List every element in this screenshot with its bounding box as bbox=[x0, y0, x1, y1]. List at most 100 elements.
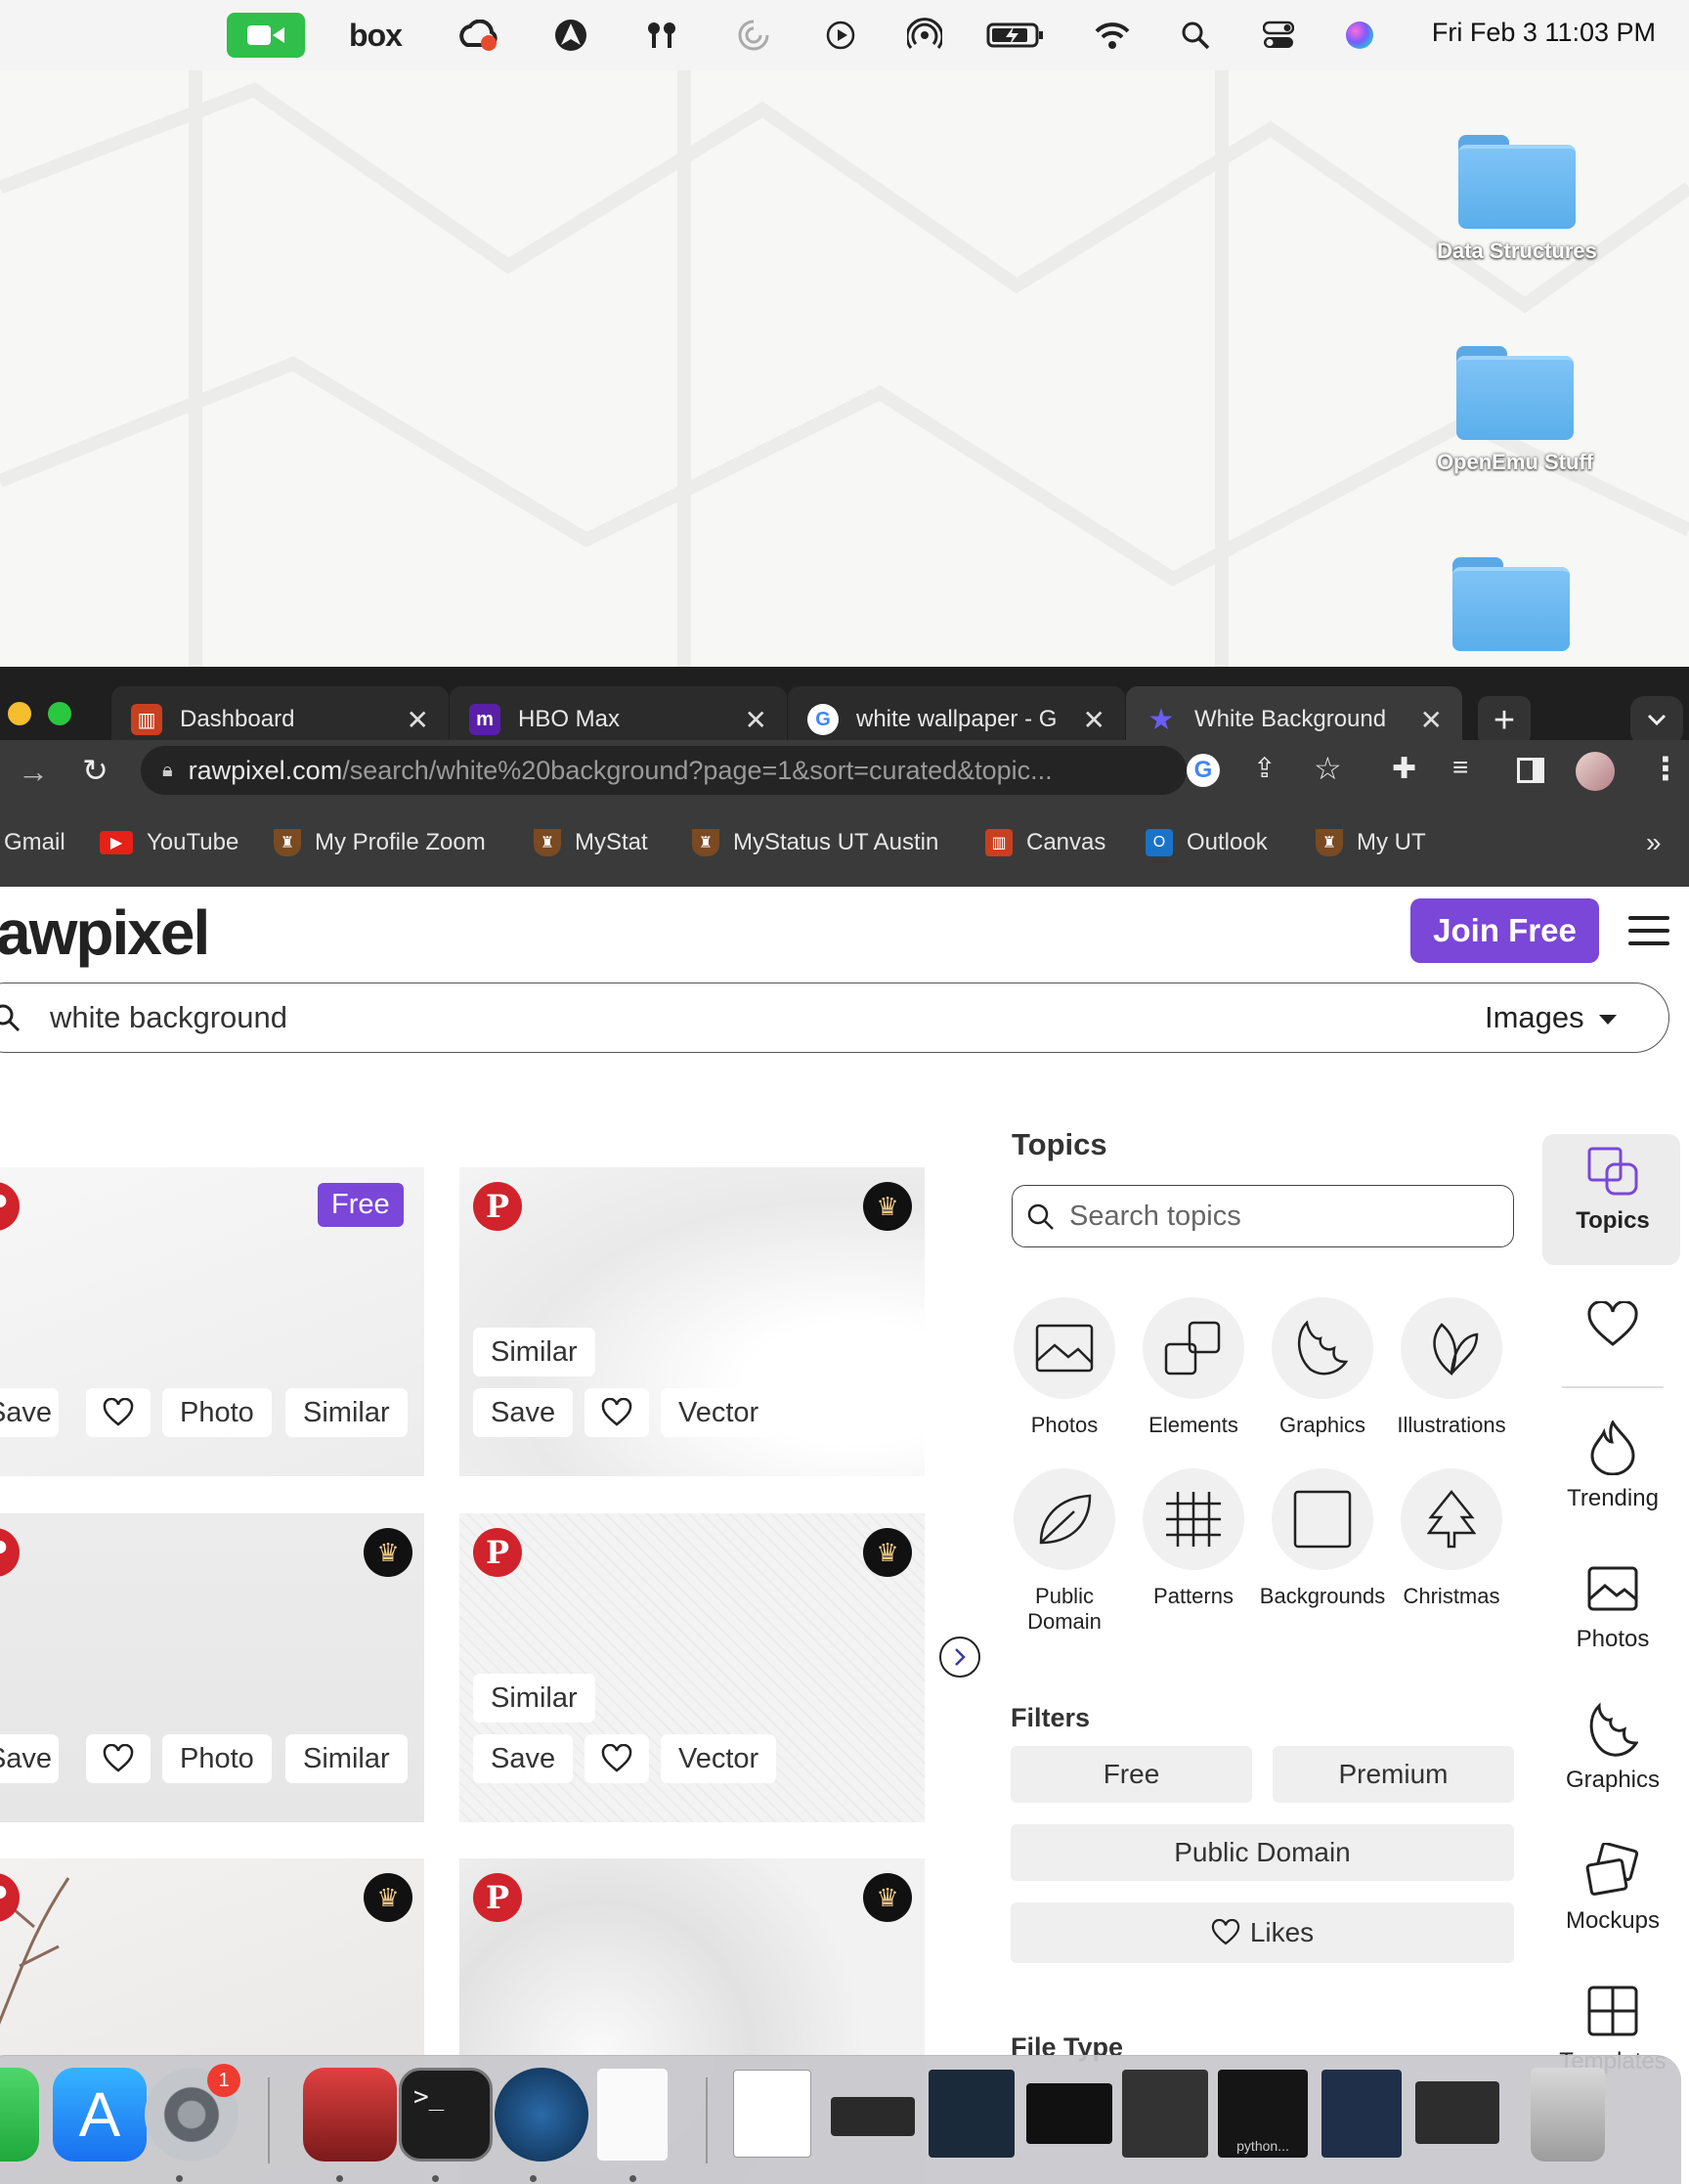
save-button[interactable]: Save bbox=[0, 1734, 59, 1783]
airpods-icon[interactable] bbox=[643, 18, 680, 53]
filter-public-domain-button[interactable]: Public Domain bbox=[1011, 1824, 1514, 1881]
topic-christmas[interactable]: Christmas bbox=[1388, 1468, 1515, 1609]
zoom-button[interactable] bbox=[48, 702, 71, 725]
filter-likes-button[interactable]: Likes bbox=[1011, 1902, 1514, 1963]
menubar-clock[interactable]: Fri Feb 3 11:03 PM bbox=[1432, 18, 1656, 48]
side-panel-icon[interactable] bbox=[1517, 758, 1544, 783]
folder-data-structures[interactable]: Data Structures bbox=[1409, 135, 1624, 264]
artifact-icon[interactable] bbox=[551, 18, 590, 53]
like-button[interactable] bbox=[86, 1388, 151, 1437]
photo-button[interactable]: Photo bbox=[162, 1388, 272, 1437]
bookmark-youtube[interactable]: ▶ YouTube bbox=[100, 826, 238, 859]
new-tab-button[interactable]: + bbox=[1478, 696, 1531, 745]
facetime-icon[interactable] bbox=[227, 13, 305, 58]
bookmark-mystat[interactable]: ♜ MyStat bbox=[534, 826, 648, 859]
bookmark-gmail[interactable]: Gmail bbox=[4, 826, 65, 859]
rail-likes[interactable] bbox=[1544, 1295, 1681, 1354]
creative-cloud-icon[interactable] bbox=[455, 18, 500, 53]
collapse-panel-button[interactable] bbox=[939, 1637, 980, 1678]
bookmark-my-profile-zoom[interactable]: ♜ My Profile Zoom bbox=[274, 826, 486, 859]
rail-photos[interactable]: Photos bbox=[1544, 1559, 1681, 1653]
more-menu-icon[interactable]: ⋮ bbox=[1650, 750, 1681, 787]
bookmark-canvas[interactable]: ▥ Canvas bbox=[985, 826, 1105, 859]
search-type-select[interactable]: Images bbox=[1485, 1000, 1584, 1035]
joystick-app-icon[interactable] bbox=[303, 2068, 397, 2162]
topic-backgrounds[interactable]: Backgrounds bbox=[1259, 1468, 1386, 1609]
hamburger-menu-icon[interactable] bbox=[1628, 916, 1669, 945]
steam-icon[interactable] bbox=[495, 2068, 588, 2162]
pinterest-icon[interactable]: P bbox=[0, 1182, 20, 1231]
save-button[interactable]: Save bbox=[473, 1388, 574, 1437]
app-store-icon[interactable]: A bbox=[53, 2068, 147, 2162]
image-card[interactable]: P ♛ Save Photo Similar bbox=[0, 1513, 424, 1822]
window-thumbnail[interactable]: python... bbox=[1218, 2070, 1308, 2158]
pinterest-icon[interactable]: P bbox=[473, 1873, 522, 1922]
close-icon[interactable]: ✕ bbox=[1420, 704, 1443, 736]
bookmark-my-ut[interactable]: ♜ My UT bbox=[1316, 826, 1426, 859]
image-card[interactable]: P ♛ Similar Save Vector bbox=[459, 1167, 925, 1476]
spotlight-icon[interactable] bbox=[1179, 18, 1212, 53]
rail-mockups[interactable]: Mockups bbox=[1544, 1841, 1681, 1935]
photo-button[interactable]: Photo bbox=[162, 1734, 272, 1783]
topics-search-input[interactable]: Search topics bbox=[1012, 1185, 1514, 1247]
similar-button[interactable]: Similar bbox=[473, 1674, 595, 1723]
like-button[interactable] bbox=[585, 1734, 649, 1783]
bookmarks-more[interactable]: » bbox=[1646, 826, 1662, 859]
siri-icon[interactable] bbox=[1343, 18, 1376, 53]
bookmark-mystatus-ut-austin[interactable]: ♜ MyStatus UT Austin bbox=[692, 826, 938, 859]
bookmark-star-icon[interactable]: ☆ bbox=[1314, 750, 1342, 787]
minimize-button[interactable] bbox=[8, 702, 31, 725]
save-button[interactable]: Save bbox=[473, 1734, 574, 1783]
window-thumbnail[interactable] bbox=[1026, 2083, 1112, 2144]
vector-button[interactable]: Vector bbox=[661, 1388, 777, 1437]
rail-topics[interactable]: Topics bbox=[1544, 1143, 1681, 1235]
save-button[interactable]: Save bbox=[0, 1388, 59, 1437]
window-thumbnail[interactable] bbox=[929, 2070, 1015, 2158]
topic-public-domain[interactable]: Public Domain bbox=[1001, 1468, 1128, 1635]
pinterest-icon[interactable]: P bbox=[473, 1528, 522, 1577]
reload-icon[interactable]: ↻ bbox=[82, 752, 108, 789]
window-thumbnail[interactable] bbox=[831, 2097, 915, 2136]
image-card[interactable]: P ♛ Similar Save Vector bbox=[459, 1513, 925, 1822]
folder-partial[interactable] bbox=[1404, 557, 1619, 651]
image-card[interactable]: P Free Save Photo Similar bbox=[0, 1167, 424, 1476]
pinterest-icon[interactable]: P bbox=[473, 1182, 522, 1231]
rail-trending[interactable]: Trending bbox=[1544, 1419, 1681, 1512]
close-icon[interactable]: ✕ bbox=[1083, 704, 1105, 736]
similar-button[interactable]: Similar bbox=[285, 1388, 408, 1437]
window-thumbnail[interactable] bbox=[733, 2070, 811, 2158]
google-lens-icon[interactable]: G bbox=[1187, 754, 1220, 787]
wifi-icon[interactable] bbox=[1093, 18, 1132, 53]
pinterest-icon[interactable]: P bbox=[0, 1528, 20, 1577]
topic-photos[interactable]: Photos bbox=[1001, 1297, 1128, 1438]
window-thumbnail[interactable] bbox=[1122, 2070, 1208, 2158]
play-icon[interactable] bbox=[824, 18, 857, 53]
bookmark-outlook[interactable]: O Outlook bbox=[1146, 826, 1268, 859]
topic-illustrations[interactable]: Illustrations bbox=[1388, 1297, 1515, 1438]
join-free-button[interactable]: Join Free bbox=[1410, 898, 1599, 963]
rawpixel-logo[interactable]: awpixel bbox=[0, 896, 210, 969]
window-thumbnail[interactable] bbox=[1415, 2081, 1499, 2144]
airdrop-icon[interactable] bbox=[905, 18, 944, 53]
terminal-icon[interactable]: >_ bbox=[399, 2068, 493, 2162]
filter-premium-button[interactable]: Premium bbox=[1273, 1746, 1514, 1803]
focus-icon[interactable] bbox=[735, 18, 772, 53]
numbers-app-icon[interactable] bbox=[0, 2068, 39, 2162]
like-button[interactable] bbox=[585, 1388, 649, 1437]
search-input[interactable]: white background bbox=[50, 1000, 287, 1035]
topic-graphics[interactable]: Graphics bbox=[1259, 1297, 1386, 1438]
like-button[interactable] bbox=[86, 1734, 151, 1783]
share-icon[interactable]: ⇪ bbox=[1253, 752, 1276, 784]
similar-button[interactable]: Similar bbox=[473, 1328, 595, 1376]
tab-search-button[interactable] bbox=[1630, 696, 1683, 745]
close-icon[interactable]: ✕ bbox=[745, 704, 767, 736]
folder-openemu-stuff[interactable]: OpenEmu Stuff bbox=[1408, 346, 1623, 475]
vector-button[interactable]: Vector bbox=[661, 1734, 777, 1783]
rail-graphics[interactable]: Graphics bbox=[1544, 1700, 1681, 1794]
document-icon[interactable] bbox=[596, 2068, 669, 2162]
forward-icon[interactable]: → bbox=[18, 754, 49, 790]
battery-icon[interactable] bbox=[985, 18, 1046, 53]
box-icon[interactable]: box bbox=[344, 18, 407, 53]
filter-free-button[interactable]: Free bbox=[1011, 1746, 1252, 1803]
control-center-icon[interactable] bbox=[1261, 18, 1296, 53]
